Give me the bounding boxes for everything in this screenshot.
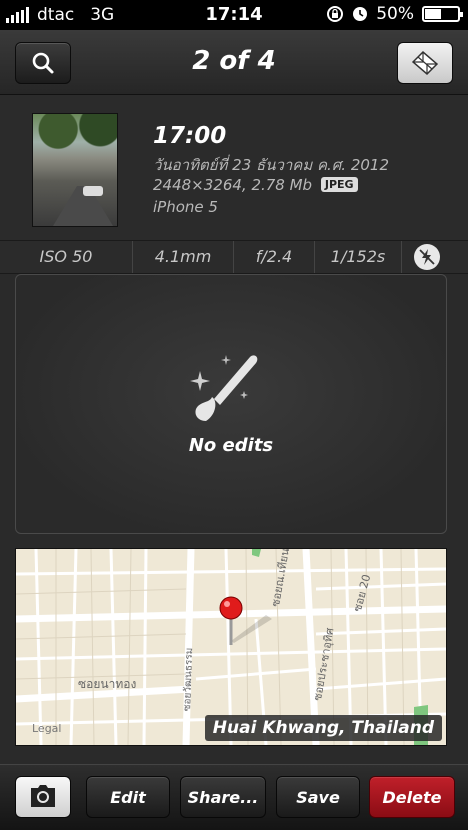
status-right: 50% (326, 4, 463, 24)
photo-dimensions: 2448×3264, 2.78 Mb (153, 176, 313, 194)
exif-shutter: 1/152s (315, 241, 402, 273)
location-pin-icon[interactable] (216, 595, 276, 647)
street-label: ซอยวัฒนธรรม (181, 647, 196, 712)
photo-date: วันอาทิตย์ที่ 23 ธันวาคม ค.ศ. 2012 (153, 156, 390, 174)
format-badge: JPEG (320, 177, 358, 192)
exif-aperture: f/2.4 (234, 241, 315, 273)
delete-button[interactable]: Delete (369, 776, 455, 818)
exif-focal-length: 4.1mm (133, 241, 234, 273)
edit-button[interactable]: Edit (86, 776, 170, 818)
photo-device: iPhone 5 (153, 198, 218, 216)
flash-off-icon (414, 244, 440, 270)
photo-thumbnail[interactable] (32, 113, 118, 227)
photo-info: 17:00 วันอาทิตย์ที่ 23 ธันวาคม ค.ศ. 2012… (0, 95, 468, 240)
battery-icon (422, 6, 463, 22)
edits-panel: No edits (15, 274, 447, 534)
status-bar: dtac 3G 17:14 50% (0, 0, 468, 30)
map-view-button[interactable] (397, 42, 453, 84)
photo-size: 2448×3264, 2.78 Mb JPEG (153, 176, 358, 194)
exif-iso: ISO 50 (0, 241, 133, 273)
rotation-lock-icon (327, 6, 344, 22)
street-label: ซอยนาทอง (78, 677, 137, 691)
bottom-toolbar: Edit Share... Save Delete (0, 764, 468, 830)
location-map[interactable]: ซอยนาทอง ซอยณ.เทียนชัย ซอยประชาอุทิศ ซอย… (15, 548, 447, 746)
share-button[interactable]: Share... (180, 776, 266, 818)
map-fold-icon (411, 50, 439, 76)
alarm-icon (353, 7, 368, 21)
nav-bar: 2 of 4 (0, 30, 468, 95)
photo-time: 17:00 (153, 123, 227, 149)
location-label: Huai Khwang, Thailand (204, 715, 442, 741)
brush-sparkle-icon (190, 355, 258, 421)
battery-percent: 50% (376, 4, 414, 24)
no-edits-label: No edits (188, 435, 274, 456)
save-button[interactable]: Save (276, 776, 360, 818)
exif-row: ISO 50 4.1mm f/2.4 1/152s (0, 240, 468, 274)
camera-button[interactable] (15, 776, 71, 818)
camera-icon (31, 785, 55, 807)
map-legal-link[interactable]: Legal (32, 722, 61, 735)
